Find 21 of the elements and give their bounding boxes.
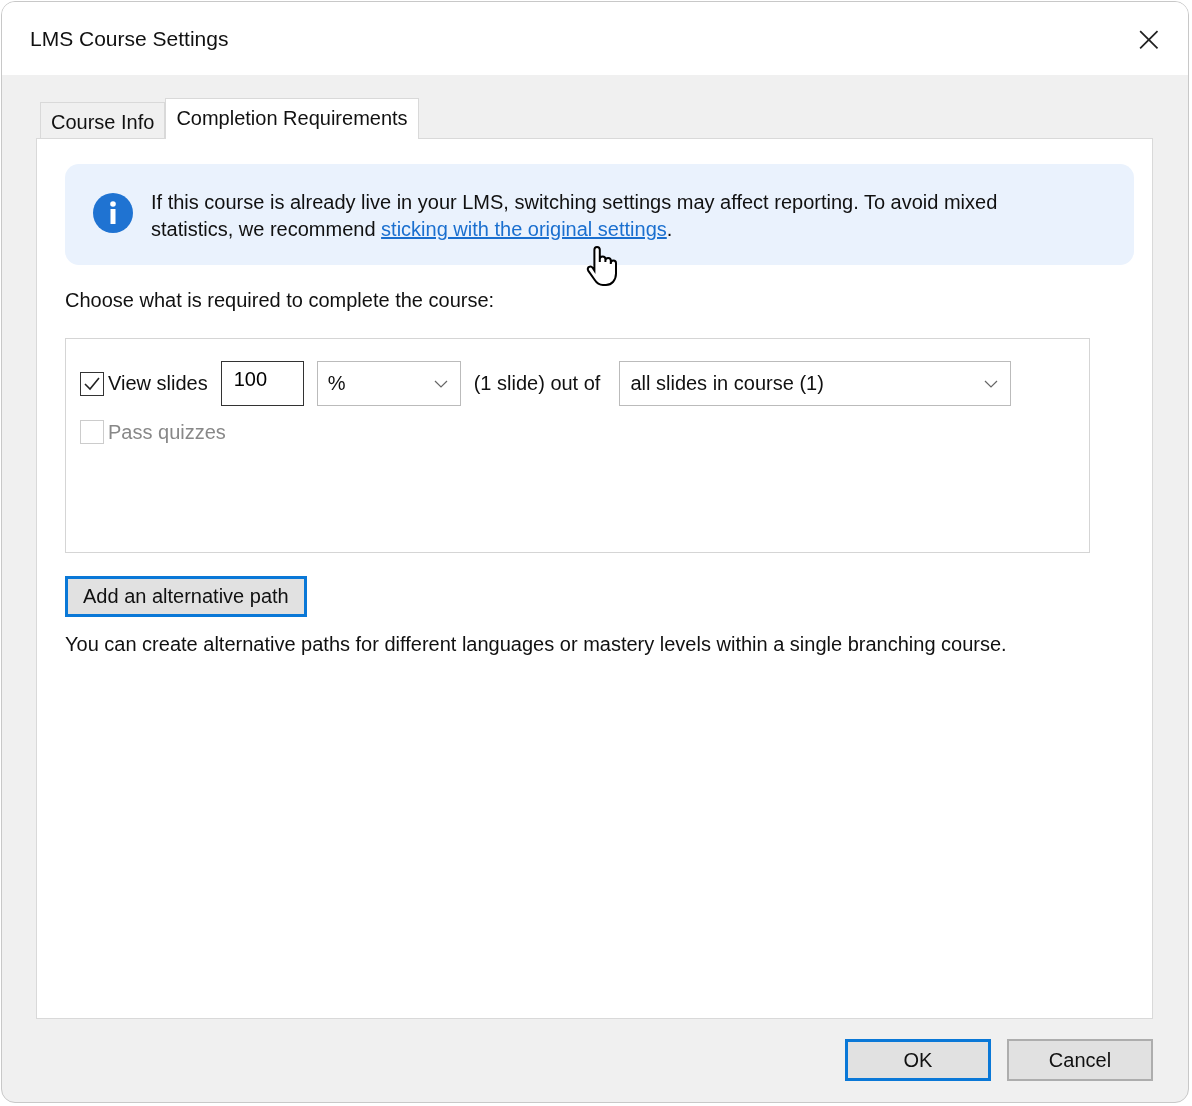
checkbox[interactable] bbox=[80, 371, 104, 396]
unit-dropdown[interactable]: % bbox=[316, 361, 461, 406]
scope-dropdown[interactable]: all slides in course (1) bbox=[619, 361, 1012, 406]
tab[interactable]: Course Info bbox=[40, 102, 166, 138]
checkbox-label: Pass quizzes bbox=[108, 420, 226, 444]
amount-field[interactable]: 100 bbox=[220, 361, 304, 406]
add-path-button[interactable]: Add an alternative path bbox=[65, 576, 307, 617]
checkbox-label: View slides bbox=[108, 372, 208, 395]
info-icon bbox=[93, 193, 133, 233]
instruction-text: Choose what is required to complete the course: bbox=[65, 289, 496, 312]
close-button[interactable]: × bbox=[1127, 18, 1170, 59]
dialog-button[interactable]: OK bbox=[845, 1039, 991, 1081]
chevron-down-icon bbox=[433, 379, 448, 388]
original-settings-link[interactable]: sticking with the original settings bbox=[381, 218, 667, 240]
window-title: LMS Course Settings bbox=[30, 26, 229, 51]
chevron-down-icon bbox=[984, 379, 999, 388]
dialog-button[interactable]: Cancel bbox=[1007, 1039, 1153, 1081]
slide-count-text: (1 slide) out of bbox=[473, 372, 601, 395]
info-message: If this course is already live in your LMS, switching settings may affect reporting. To avoid mixed statistics, we recommend sticking with the original settings. bbox=[151, 190, 999, 242]
tab[interactable]: Completion Requirements bbox=[165, 98, 419, 139]
alt-path-note: You can create alternative paths for different languages or mastery levels within a single branching course. bbox=[65, 633, 1008, 656]
